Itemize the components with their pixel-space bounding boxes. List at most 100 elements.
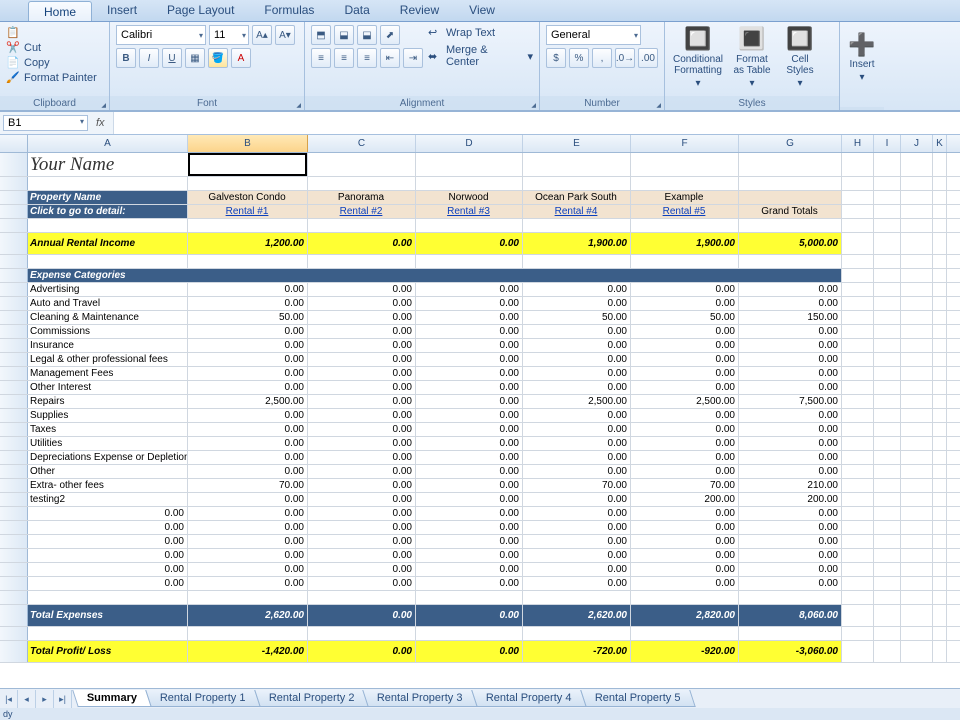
formula-bar[interactable] xyxy=(113,112,960,134)
table-row[interactable]: Management Fees0.000.000.000.000.000.00 xyxy=(0,367,960,381)
font-size-combo[interactable]: 11 xyxy=(209,25,249,45)
fx-icon[interactable]: fx xyxy=(88,117,113,129)
table-row[interactable]: Auto and Travel0.000.000.000.000.000.00 xyxy=(0,297,960,311)
column-header-J[interactable]: J xyxy=(901,135,933,152)
table-row[interactable]: Extra- other fees70.000.000.0070.0070.00… xyxy=(0,479,960,493)
next-sheet-icon[interactable]: ▸ xyxy=(36,690,54,708)
table-row[interactable]: Annual Rental Income1,200.000.000.001,90… xyxy=(0,233,960,255)
table-row[interactable]: testing20.000.000.000.00200.00200.00 xyxy=(0,493,960,507)
sheet-tab-summary[interactable]: Summary xyxy=(72,690,152,707)
comma-button[interactable]: , xyxy=(592,48,612,68)
sheet-nav-arrows[interactable]: |◂ ◂ ▸ ▸| xyxy=(0,690,72,708)
shrink-font-button[interactable]: A▾ xyxy=(275,25,295,45)
table-row[interactable]: 0.000.000.000.000.000.000.00 xyxy=(0,507,960,521)
table-row[interactable]: Total Expenses2,620.000.000.002,620.002,… xyxy=(0,605,960,627)
sheet-tab-rental-property-2[interactable]: Rental Property 2 xyxy=(254,690,369,707)
decrease-decimal-button[interactable]: .00 xyxy=(638,48,658,68)
table-row[interactable]: Taxes0.000.000.000.000.000.00 xyxy=(0,423,960,437)
underline-button[interactable]: U xyxy=(162,48,182,68)
percent-button[interactable]: % xyxy=(569,48,589,68)
fill-color-button[interactable]: 🪣 xyxy=(208,48,228,68)
table-row[interactable]: 0.000.000.000.000.000.000.00 xyxy=(0,549,960,563)
italic-button[interactable]: I xyxy=(139,48,159,68)
column-header-C[interactable]: C xyxy=(308,135,416,152)
align-left-button[interactable]: ≡ xyxy=(311,48,331,68)
table-row[interactable]: Expense Categories xyxy=(0,269,960,283)
ribbon-tab-review[interactable]: Review xyxy=(385,0,454,21)
cell-styles-button[interactable]: 🔲Cell Styles▾ xyxy=(779,25,821,91)
name-box[interactable]: B1 xyxy=(3,115,88,131)
cut-button[interactable]: ✂️Cut xyxy=(6,41,41,54)
align-middle-button[interactable]: ⬓ xyxy=(334,25,354,45)
table-row[interactable]: Property NameGalveston CondoPanoramaNorw… xyxy=(0,191,960,205)
wrap-text-button[interactable]: ↩Wrap Text xyxy=(428,26,533,39)
accounting-button[interactable]: $ xyxy=(546,48,566,68)
last-sheet-icon[interactable]: ▸| xyxy=(54,690,72,708)
sheet-tab-rental-property-5[interactable]: Rental Property 5 xyxy=(580,690,695,707)
table-row[interactable]: Click to go to detail:Rental #1Rental #2… xyxy=(0,205,960,219)
table-row[interactable] xyxy=(0,591,960,605)
column-header-E[interactable]: E xyxy=(523,135,631,152)
bold-button[interactable]: B xyxy=(116,48,136,68)
first-sheet-icon[interactable]: |◂ xyxy=(0,690,18,708)
table-row[interactable]: Utilities0.000.000.000.000.000.00 xyxy=(0,437,960,451)
format-painter-button[interactable]: 🖌️Format Painter xyxy=(6,71,97,84)
table-row[interactable]: 0.000.000.000.000.000.000.00 xyxy=(0,577,960,591)
table-row[interactable]: Commissions0.000.000.000.000.000.00 xyxy=(0,325,960,339)
table-row[interactable] xyxy=(0,219,960,233)
table-row[interactable]: Other0.000.000.000.000.000.00 xyxy=(0,465,960,479)
align-bottom-button[interactable]: ⬓ xyxy=(357,25,377,45)
table-row[interactable]: 0.000.000.000.000.000.000.00 xyxy=(0,521,960,535)
ribbon-tab-home[interactable]: Home xyxy=(28,1,92,21)
conditional-formatting-button[interactable]: 🔲Conditional Formatting▾ xyxy=(671,25,725,91)
table-row[interactable]: Legal & other professional fees0.000.000… xyxy=(0,353,960,367)
prev-sheet-icon[interactable]: ◂ xyxy=(18,690,36,708)
decrease-indent-button[interactable]: ⇤ xyxy=(380,48,400,68)
column-header-K[interactable]: K xyxy=(933,135,947,152)
ribbon-tab-insert[interactable]: Insert xyxy=(92,0,152,21)
ribbon-tab-data[interactable]: Data xyxy=(329,0,384,21)
worksheet-grid[interactable]: Your NameProperty NameGalveston CondoPan… xyxy=(0,153,960,663)
ribbon-tab-view[interactable]: View xyxy=(454,0,510,21)
format-as-table-button[interactable]: 🔳Format as Table▾ xyxy=(730,25,774,91)
sheet-tab-rental-property-4[interactable]: Rental Property 4 xyxy=(471,690,586,707)
column-header-B[interactable]: B xyxy=(188,135,308,152)
increase-indent-button[interactable]: ⇥ xyxy=(403,48,423,68)
table-row[interactable] xyxy=(0,177,960,191)
sheet-tab-rental-property-3[interactable]: Rental Property 3 xyxy=(363,690,478,707)
font-name-combo[interactable]: Calibri xyxy=(116,25,206,45)
align-center-button[interactable]: ≡ xyxy=(334,48,354,68)
align-top-button[interactable]: ⬒ xyxy=(311,25,331,45)
merge-center-button[interactable]: ⬌Merge & Center ▾ xyxy=(428,44,533,68)
align-right-button[interactable]: ≡ xyxy=(357,48,377,68)
table-row[interactable] xyxy=(0,255,960,269)
table-row[interactable]: Insurance0.000.000.000.000.000.00 xyxy=(0,339,960,353)
column-header-I[interactable]: I xyxy=(874,135,901,152)
ribbon-tab-page-layout[interactable]: Page Layout xyxy=(152,0,249,21)
table-row[interactable]: 0.000.000.000.000.000.000.00 xyxy=(0,535,960,549)
column-header-H[interactable]: H xyxy=(842,135,874,152)
ribbon-tab-formulas[interactable]: Formulas xyxy=(249,0,329,21)
table-row[interactable] xyxy=(0,627,960,641)
increase-decimal-button[interactable]: .0→ xyxy=(615,48,635,68)
border-button[interactable]: ▦ xyxy=(185,48,205,68)
column-header-A[interactable]: A xyxy=(28,135,188,152)
select-all-corner[interactable] xyxy=(0,135,28,152)
table-row[interactable]: 0.000.000.000.000.000.000.00 xyxy=(0,563,960,577)
table-row[interactable]: Repairs2,500.000.000.002,500.002,500.007… xyxy=(0,395,960,409)
table-row[interactable]: Other Interest0.000.000.000.000.000.00 xyxy=(0,381,960,395)
column-header-F[interactable]: F xyxy=(631,135,739,152)
number-format-combo[interactable]: General xyxy=(546,25,641,45)
grow-font-button[interactable]: A▴ xyxy=(252,25,272,45)
insert-cells-button[interactable]: ➕Insert▾ xyxy=(846,25,878,91)
table-row[interactable]: Supplies0.000.000.000.000.000.00 xyxy=(0,409,960,423)
table-row[interactable]: Advertising0.000.000.000.000.000.00 xyxy=(0,283,960,297)
orientation-button[interactable]: ⬈ xyxy=(380,25,400,45)
font-color-button[interactable]: A xyxy=(231,48,251,68)
sheet-tab-rental-property-1[interactable]: Rental Property 1 xyxy=(145,690,260,707)
column-header-G[interactable]: G xyxy=(739,135,842,152)
table-row[interactable]: Total Profit/ Loss-1,420.000.000.00-720.… xyxy=(0,641,960,663)
copy-button[interactable]: 📄Copy xyxy=(6,56,50,69)
paste-button[interactable]: 📋 xyxy=(6,26,20,39)
table-row[interactable]: Cleaning & Maintenance50.000.000.0050.00… xyxy=(0,311,960,325)
